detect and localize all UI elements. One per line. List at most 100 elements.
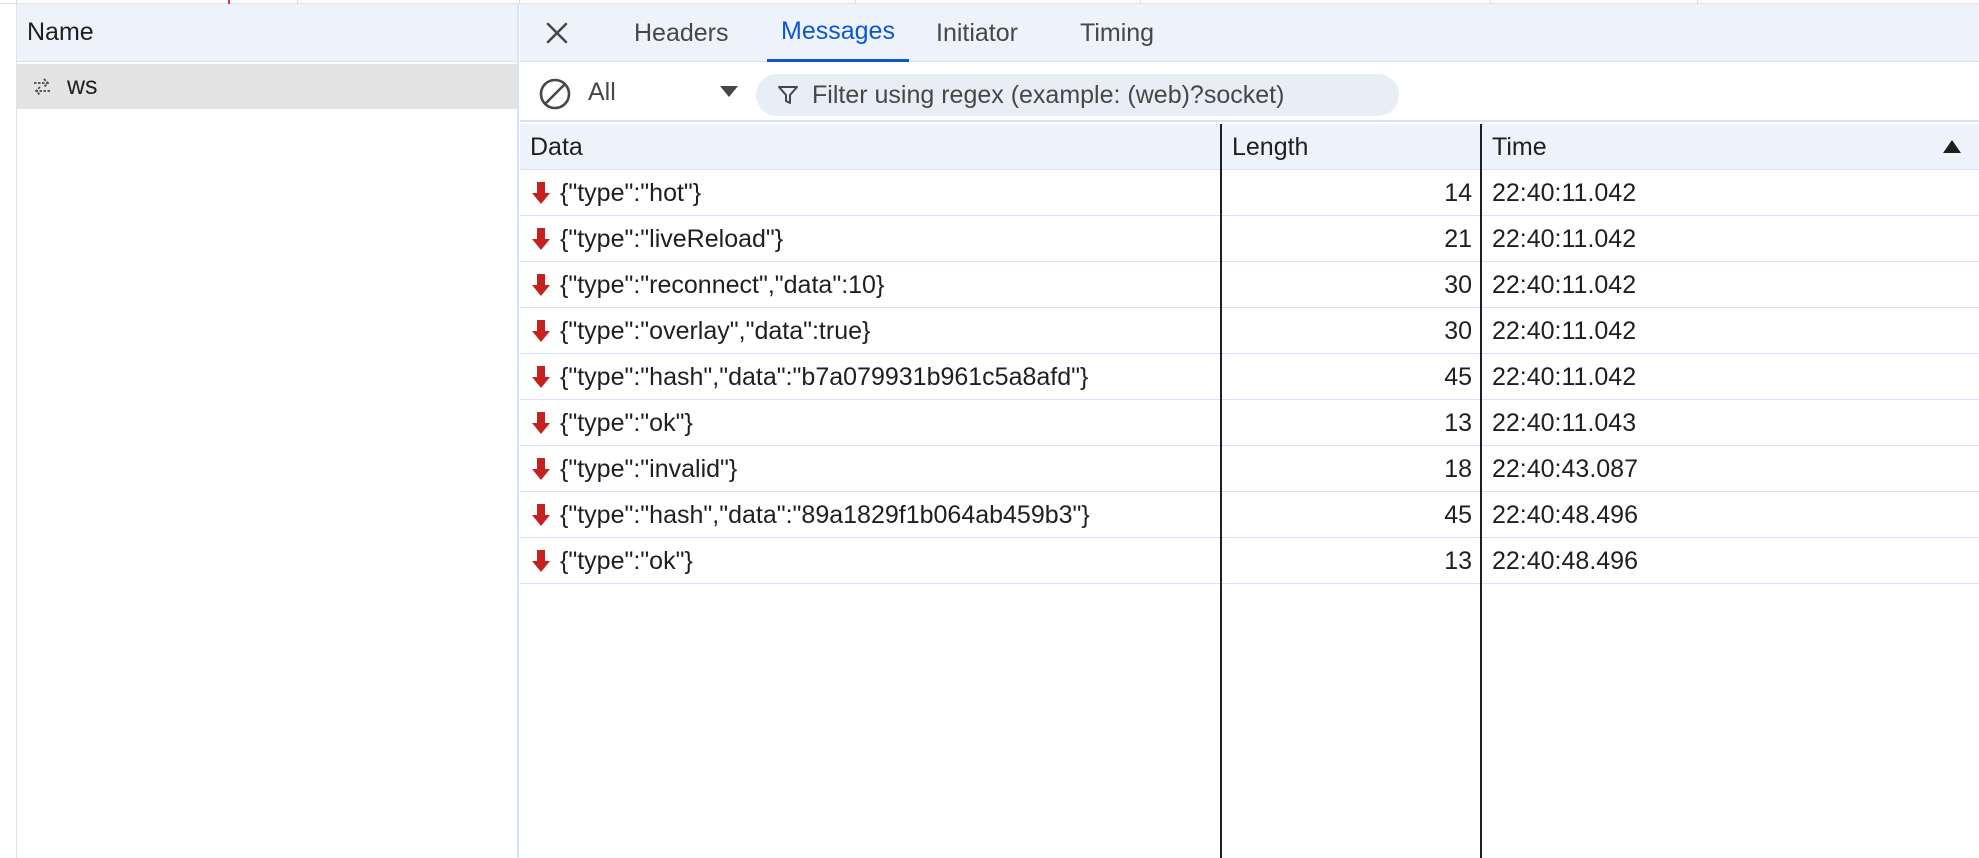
- message-row[interactable]: {"type":"liveReload"} 21 22:40:11.042: [520, 216, 1979, 262]
- message-length: 45: [1444, 500, 1472, 529]
- message-time-cell: 22:40:11.042: [1492, 354, 1962, 400]
- message-data: {"type":"hash","data":"89a1829f1b064ab45…: [560, 500, 1090, 529]
- message-length-cell: 21: [1222, 216, 1472, 262]
- message-length-cell: 45: [1222, 354, 1472, 400]
- received-arrow-icon: [530, 364, 552, 390]
- request-list-panel: Name ws: [16, 4, 519, 858]
- message-data: {"type":"invalid"}: [560, 454, 738, 483]
- received-arrow-icon: [530, 502, 552, 528]
- received-arrow-icon: [530, 272, 552, 298]
- request-name: ws: [67, 72, 98, 100]
- clear-block-icon[interactable]: [538, 77, 572, 111]
- time-column-header[interactable]: Time: [1482, 124, 1979, 170]
- message-row[interactable]: {"type":"ok"} 13 22:40:48.496: [520, 538, 1979, 584]
- tab-headers[interactable]: Headers: [620, 4, 743, 62]
- message-time: 22:40:11.043: [1492, 408, 1637, 437]
- message-row[interactable]: {"type":"invalid"} 18 22:40:43.087: [520, 446, 1979, 492]
- message-row[interactable]: {"type":"hash","data":"89a1829f1b064ab45…: [520, 492, 1979, 538]
- message-length-cell: 14: [1222, 170, 1472, 216]
- message-row[interactable]: {"type":"hash","data":"b7a079931b961c5a8…: [520, 354, 1979, 400]
- message-row[interactable]: {"type":"hot"} 14 22:40:11.042: [520, 170, 1979, 216]
- close-icon[interactable]: [542, 18, 572, 48]
- message-time: 22:40:11.042: [1492, 270, 1637, 299]
- message-length: 30: [1444, 316, 1472, 345]
- column-divider[interactable]: [1480, 124, 1482, 858]
- message-length-cell: 45: [1222, 492, 1472, 538]
- column-label: Length: [1232, 132, 1309, 161]
- regex-filter-input[interactable]: [812, 80, 1372, 110]
- message-data-cell: {"type":"liveReload"}: [530, 216, 1220, 262]
- message-length: 13: [1444, 408, 1472, 437]
- column-divider[interactable]: [1220, 124, 1222, 858]
- message-time-cell: 22:40:48.496: [1492, 492, 1962, 538]
- message-time: 22:40:11.042: [1492, 316, 1637, 345]
- received-arrow-icon: [530, 410, 552, 436]
- request-detail-panel: Headers Messages Initiator Timing All Fi…: [520, 4, 1979, 858]
- request-row-ws[interactable]: ws: [17, 64, 517, 109]
- message-time: 22:40:11.042: [1492, 178, 1637, 207]
- message-length-cell: 13: [1222, 400, 1472, 446]
- message-time-cell: 22:40:11.042: [1492, 170, 1962, 216]
- message-length: 45: [1444, 362, 1472, 391]
- column-label: Data: [530, 132, 583, 161]
- tab-timing[interactable]: Timing: [1066, 4, 1168, 62]
- message-length: 13: [1444, 546, 1472, 575]
- message-data: {"type":"reconnect","data":10}: [560, 270, 885, 299]
- message-data-cell: {"type":"overlay","data":true}: [530, 308, 1220, 354]
- message-data-cell: {"type":"hash","data":"b7a079931b961c5a8…: [530, 354, 1220, 400]
- grid-header: Data Length Time: [520, 124, 1979, 170]
- message-data: {"type":"liveReload"}: [560, 224, 784, 253]
- message-length: 18: [1444, 454, 1472, 483]
- message-data-cell: {"type":"reconnect","data":10}: [530, 262, 1220, 308]
- message-time-cell: 22:40:43.087: [1492, 446, 1962, 492]
- length-column-header[interactable]: Length: [1222, 124, 1480, 170]
- message-row[interactable]: {"type":"ok"} 13 22:40:11.043: [520, 400, 1979, 446]
- message-time: 22:40:48.496: [1492, 500, 1638, 529]
- sort-ascending-icon: [1943, 140, 1961, 153]
- message-time-cell: 22:40:11.042: [1492, 308, 1962, 354]
- detail-tabbar: Headers Messages Initiator Timing: [520, 4, 1979, 62]
- message-data-cell: {"type":"ok"}: [530, 538, 1220, 584]
- message-data-cell: {"type":"hot"}: [530, 170, 1220, 216]
- message-time-cell: 22:40:11.042: [1492, 216, 1962, 262]
- tab-label: Messages: [781, 17, 895, 45]
- message-time: 22:40:43.087: [1492, 454, 1638, 483]
- tab-label: Timing: [1080, 18, 1155, 47]
- tab-initiator[interactable]: Initiator: [922, 4, 1032, 62]
- message-data: {"type":"hash","data":"b7a079931b961c5a8…: [560, 362, 1089, 391]
- message-time: 22:40:48.496: [1492, 546, 1638, 575]
- message-time-cell: 22:40:48.496: [1492, 538, 1962, 584]
- received-arrow-icon: [530, 456, 552, 482]
- received-arrow-icon: [530, 226, 552, 252]
- message-row[interactable]: {"type":"overlay","data":true} 30 22:40:11…: [520, 308, 1979, 354]
- tab-label: Headers: [634, 18, 729, 47]
- received-arrow-icon: [530, 180, 552, 206]
- message-time-cell: 22:40:11.042: [1492, 262, 1962, 308]
- name-column-header[interactable]: Name: [17, 4, 517, 62]
- message-length: 14: [1444, 178, 1472, 207]
- message-length-cell: 30: [1222, 262, 1472, 308]
- data-column-header[interactable]: Data: [520, 124, 1220, 170]
- funnel-icon: [776, 83, 800, 107]
- tab-messages[interactable]: Messages: [767, 4, 909, 62]
- message-data-cell: {"type":"invalid"}: [530, 446, 1220, 492]
- message-length-cell: 30: [1222, 308, 1472, 354]
- message-row[interactable]: {"type":"reconnect","data":10} 30 22:40:11…: [520, 262, 1979, 308]
- message-length-cell: 18: [1222, 446, 1472, 492]
- message-time: 22:40:11.042: [1492, 362, 1637, 391]
- column-label: Time: [1492, 132, 1547, 161]
- message-data: {"type":"hot"}: [560, 178, 702, 207]
- received-arrow-icon: [530, 548, 552, 574]
- regex-filter[interactable]: [756, 74, 1399, 116]
- message-data: {"type":"ok"}: [560, 408, 693, 437]
- message-length: 21: [1444, 224, 1472, 253]
- messages-grid: Data Length Time {"type":"hot"} 14 22:40:1…: [520, 124, 1979, 858]
- message-time-cell: 22:40:11.043: [1492, 400, 1962, 446]
- received-arrow-icon: [530, 318, 552, 344]
- message-data-cell: {"type":"ok"}: [530, 400, 1220, 446]
- message-type-select[interactable]: All: [588, 70, 738, 114]
- name-column-label: Name: [27, 18, 94, 46]
- messages-toolbar: All: [520, 62, 1979, 122]
- message-data-cell: {"type":"hash","data":"89a1829f1b064ab45…: [530, 492, 1220, 538]
- message-length-cell: 13: [1222, 538, 1472, 584]
